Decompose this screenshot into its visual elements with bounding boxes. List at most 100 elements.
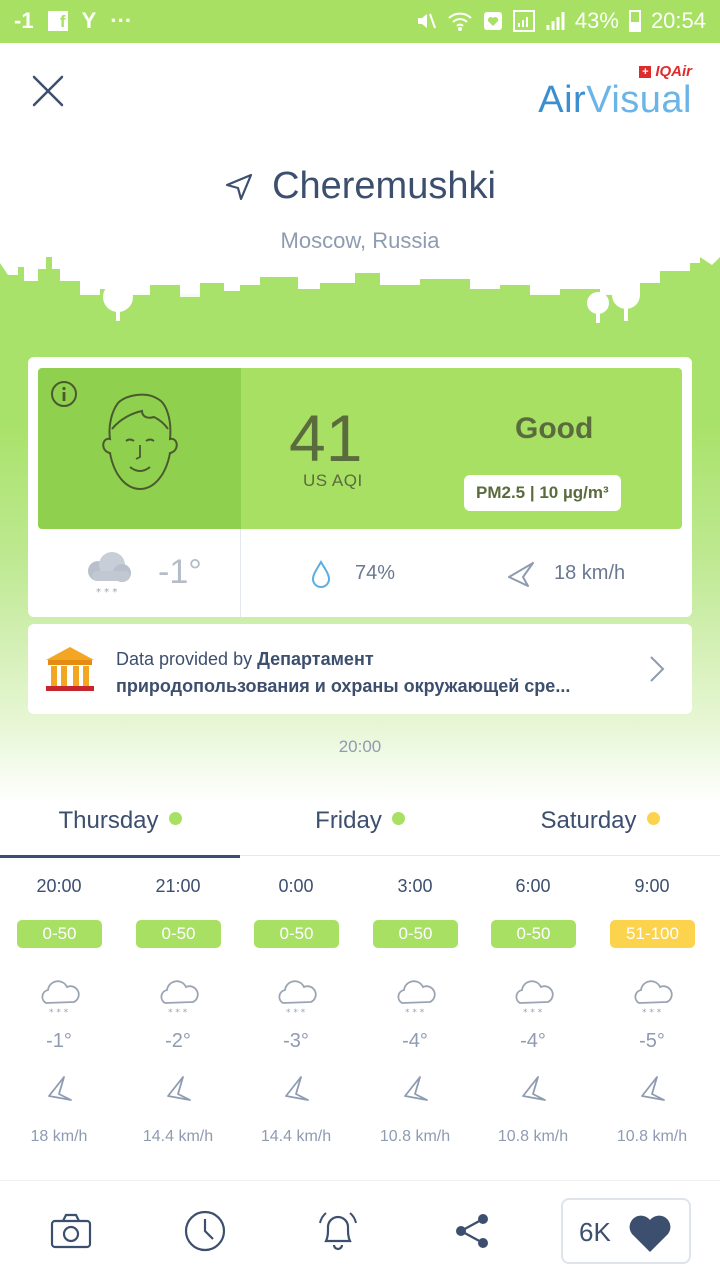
humidity-value: 74% [355, 562, 396, 584]
snow-cloud-icon: * * * [88, 552, 131, 598]
svg-text:* * *: * * * [96, 587, 117, 598]
forecast-time: 6:00 [515, 876, 551, 896]
svg-text:* * *: * * * [168, 1008, 188, 1017]
forecast-temperature: -4° [520, 1030, 546, 1052]
battery-icon [628, 10, 641, 32]
main-pollutant-badge: PM2.5 | 10 µg/m³ [464, 475, 621, 511]
tab-label: Saturday [540, 807, 637, 834]
forecast-aqi-badge: 0-50 [136, 920, 221, 948]
status-time: 20:54 [650, 8, 706, 33]
facebook-icon: f [47, 11, 68, 31]
weather-divider [240, 529, 241, 617]
city-name: Cheremushki [272, 165, 496, 207]
wind-speed-value: 18 km/h [554, 562, 626, 584]
forecast-column: 0:00 0-50 * * * -3° 14.4 km/h [237, 870, 355, 1160]
forecast-column: 9:00 51-100 * * * -5° 10.8 km/h [593, 870, 711, 1160]
forecast-temperature: -4° [402, 1030, 428, 1052]
snow-cloud-icon: * * * [278, 980, 317, 1017]
forecast-wind-speed: 14.4 km/h [142, 1128, 214, 1145]
favorite-count: 6K [579, 1217, 611, 1247]
provider-name-line1: Департамент [257, 649, 374, 669]
aqi-card[interactable]: 41 US AQI Good PM2.5 | 10 µg/m³ * * * -1… [28, 357, 692, 617]
tab-thursday[interactable]: Thursday [0, 800, 240, 858]
tab-friday[interactable]: Friday [240, 800, 480, 856]
forecast-time: 20:00 [36, 876, 82, 896]
alert-bell-icon[interactable] [316, 1209, 360, 1253]
forecast-time: 21:00 [155, 876, 201, 896]
heart-box-icon [483, 12, 502, 30]
wind-direction-icon [167, 1076, 191, 1101]
snow-cloud-icon: * * * [634, 980, 673, 1017]
wind-direction-icon [508, 562, 534, 587]
forecast-wind-speed: 10.8 km/h [379, 1128, 451, 1145]
humidity-drop-icon [311, 559, 331, 588]
forecast-aqi-badge: 0-50 [254, 920, 339, 948]
svg-text:* * *: * * * [49, 1008, 69, 1017]
aqi-value: 41 [289, 401, 363, 475]
camera-icon[interactable] [49, 1209, 93, 1253]
forecast-aqi-badge: 51-100 [610, 920, 695, 948]
forecast-column: 3:00 0-50 * * * -4° 10.8 km/h [356, 870, 474, 1160]
aqi-status-dot [391, 812, 405, 825]
forecast-aqi-badge: 0-50 [373, 920, 458, 948]
aqi-status-dot [168, 812, 182, 825]
data-provider-row[interactable]: Data provided by Департамент природополь… [28, 624, 692, 714]
city-skyline [0, 257, 720, 335]
signal-icon-1 [512, 10, 535, 32]
forecast-wind-speed: 14.4 km/h [260, 1128, 332, 1145]
forecast-aqi-badge: 0-50 [491, 920, 576, 948]
aqi-value-panel: 41 US AQI Good PM2.5 | 10 µg/m³ [241, 368, 682, 529]
forecast-temperature: -1° [46, 1030, 72, 1052]
chevron-right-icon[interactable] [648, 654, 666, 684]
tab-saturday[interactable]: Saturday [480, 800, 720, 856]
hourly-forecast: 20:00 0-50 * * * -1° 18 km/h 21:00 0-50 * * * -2… [0, 870, 720, 1160]
last-updated-time: 20:00 [338, 737, 382, 756]
forecast-wind-speed: 10.8 km/h [497, 1128, 569, 1145]
day-tabs: Thursday Friday Saturday [0, 800, 720, 858]
forecast-wind-speed: 10.8 km/h [616, 1128, 688, 1145]
forecast-time: 0:00 [278, 876, 314, 896]
status-temp: -1 [14, 8, 34, 33]
more-notifications-icon: ··· [110, 8, 133, 33]
y-notification-icon: Y [81, 8, 97, 33]
snow-cloud-icon: * * * [160, 980, 199, 1017]
heart-icon [629, 1215, 671, 1252]
iqair-label: IQAir [655, 63, 692, 80]
snow-cloud-icon: * * * [397, 980, 436, 1017]
favorite-button[interactable]: 6K [561, 1198, 691, 1264]
history-clock-icon[interactable] [183, 1209, 227, 1253]
mute-icon [417, 13, 436, 29]
forecast-temperature: -5° [639, 1030, 665, 1052]
bottom-toolbar: 6K [0, 1180, 720, 1280]
forecast-aqi-badge: 0-50 [17, 920, 102, 948]
happy-face-icon [102, 393, 178, 491]
wind-direction-icon [404, 1076, 428, 1101]
data-provider-text: Data provided by Департамент природополь… [116, 646, 636, 700]
share-icon[interactable] [450, 1209, 494, 1253]
forecast-time: 3:00 [397, 876, 433, 896]
active-tab-indicator [0, 855, 240, 858]
current-weather: * * * -1° 74% 18 km/h [28, 529, 692, 617]
svg-text:* * *: * * * [286, 1008, 306, 1017]
aqi-status-dot [646, 812, 660, 825]
brand-air: Air [538, 79, 587, 121]
signal-icon-2 [546, 12, 565, 30]
forecast-time: 9:00 [634, 876, 670, 896]
wind-direction-icon [285, 1076, 309, 1101]
government-building-icon [46, 647, 94, 691]
wifi-icon [448, 12, 472, 31]
close-button[interactable] [30, 73, 66, 109]
aqi-face-panel [38, 368, 241, 529]
tab-label: Friday [315, 807, 382, 834]
aqi-level: Good [515, 412, 594, 445]
tab-label: Thursday [58, 807, 159, 834]
provider-prefix: Data provided by [116, 649, 258, 669]
wind-direction-icon [48, 1076, 72, 1101]
svg-text:* * *: * * * [523, 1008, 543, 1017]
brand-visual: Visual [586, 79, 692, 121]
forecast-temperature: -3° [283, 1030, 309, 1052]
location-header: Cheremushki [0, 165, 720, 208]
snow-cloud-icon: * * * [41, 980, 80, 1017]
info-icon[interactable] [50, 380, 78, 408]
svg-text:* * *: * * * [642, 1008, 662, 1017]
